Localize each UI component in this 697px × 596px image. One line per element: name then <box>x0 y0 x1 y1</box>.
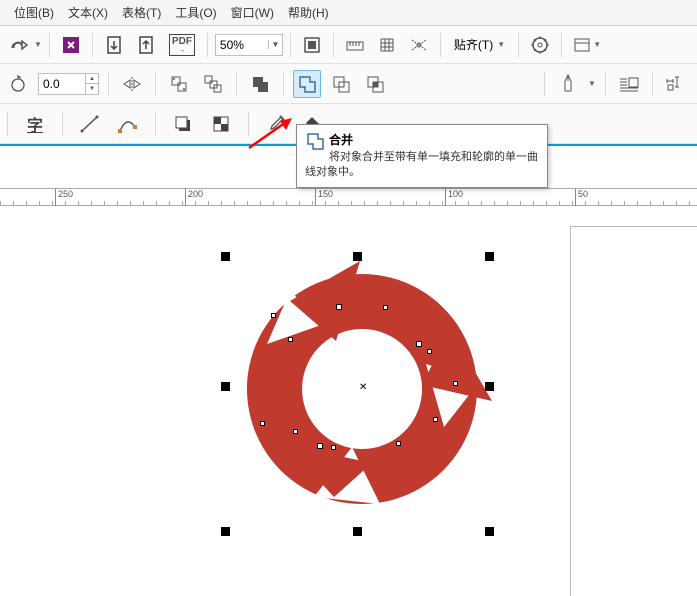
shape-node[interactable] <box>293 429 298 434</box>
wrap-text-icon[interactable] <box>615 70 643 98</box>
selection-center-icon[interactable]: ✕ <box>359 384 367 392</box>
property-toolbar: ▲▼ ▼ <box>0 64 697 104</box>
tooltip-title: 合并 <box>305 131 539 148</box>
side-panel <box>570 226 697 596</box>
selection-handle[interactable] <box>485 382 494 391</box>
ungroup-all-icon[interactable] <box>199 70 227 98</box>
chevron-down-icon[interactable]: ▼ <box>588 79 596 88</box>
shape-node[interactable] <box>260 421 265 426</box>
menu-table[interactable]: 表格(T) <box>122 4 161 21</box>
line-tool-icon[interactable] <box>76 110 104 138</box>
ruler-icon[interactable] <box>341 31 369 59</box>
bezier-tool-icon[interactable] <box>114 110 142 138</box>
zoom-combo[interactable]: ▼ <box>215 34 283 56</box>
main-toolbar: ▼ PDF→ ▼ 贴齐(T) ▼ ▼ <box>0 26 697 64</box>
menubar: 位图(B) 文本(X) 表格(T) 工具(O) 窗口(W) 帮助(H) <box>0 0 697 26</box>
weld-tooltip: 合并 将对象合并至带有单一填充和轮廓的单一曲线对象中。 <box>296 124 548 188</box>
guides-icon[interactable] <box>405 31 433 59</box>
menu-window[interactable]: 窗口(W) <box>231 4 274 21</box>
export-icon[interactable] <box>132 31 160 59</box>
shape-node[interactable] <box>336 304 342 310</box>
image-collapse-icon[interactable] <box>57 31 85 59</box>
chevron-down-icon[interactable]: ▼ <box>268 40 282 49</box>
shape-node[interactable] <box>383 305 388 310</box>
shape-node[interactable] <box>433 417 438 422</box>
shape-node[interactable] <box>288 337 293 342</box>
selection-handle[interactable] <box>221 382 230 391</box>
dimensions-icon[interactable] <box>662 70 690 98</box>
menu-help[interactable]: 帮助(H) <box>288 4 329 21</box>
pdf-export-icon[interactable]: PDF→ <box>164 31 200 59</box>
ungroup-icon[interactable] <box>165 70 193 98</box>
combine-icon[interactable] <box>246 70 274 98</box>
shape-node[interactable] <box>331 445 336 450</box>
pen-outline-icon[interactable] <box>554 70 582 98</box>
canvas-area[interactable]: ✕ <box>0 206 697 595</box>
chevron-down-icon[interactable]: ▼ <box>34 40 42 49</box>
fullscreen-icon[interactable] <box>298 31 326 59</box>
redo-icon[interactable] <box>4 31 32 59</box>
weld-icon <box>305 131 325 151</box>
shape-node[interactable] <box>317 443 323 449</box>
shape-node[interactable] <box>453 381 458 386</box>
horizontal-ruler: 250200150100500 <box>0 188 697 206</box>
transparency-tool-icon[interactable] <box>207 110 235 138</box>
shape-node[interactable] <box>271 313 276 318</box>
rotation-spinner[interactable]: ▲▼ <box>85 74 98 94</box>
zoom-input[interactable] <box>216 38 268 52</box>
drawing-page: ✕ <box>0 206 697 595</box>
tooltip-body: 将对象合并至带有单一填充和轮廓的单一曲线对象中。 <box>305 150 539 181</box>
selection-handle[interactable] <box>353 527 362 536</box>
shape-node[interactable] <box>416 341 422 347</box>
intersect-icon[interactable] <box>361 70 389 98</box>
shape-node[interactable] <box>427 349 432 354</box>
trim-icon[interactable] <box>327 70 355 98</box>
selection-handle[interactable] <box>485 252 494 261</box>
selection-handle[interactable] <box>221 252 230 261</box>
shadow-tool-icon[interactable] <box>169 110 197 138</box>
weld-button[interactable] <box>293 70 321 98</box>
layout-dropdown-icon[interactable]: ▼ <box>569 31 605 59</box>
shape-node[interactable] <box>396 441 401 446</box>
menu-text[interactable]: 文本(X) <box>68 4 108 21</box>
chevron-down-icon: ▼ <box>497 40 505 49</box>
grid-icon[interactable] <box>373 31 401 59</box>
snap-dropdown[interactable]: 贴齐(T) ▼ <box>448 33 511 57</box>
selection-handle[interactable] <box>485 527 494 536</box>
mirror-horizontal-icon[interactable] <box>118 70 146 98</box>
selection-handle[interactable] <box>353 252 362 261</box>
options-icon[interactable] <box>526 31 554 59</box>
eyedropper-icon[interactable] <box>262 110 290 138</box>
text-shape-icon[interactable]: 字 <box>21 110 49 138</box>
selection-handle[interactable] <box>221 527 230 536</box>
snap-label: 贴齐(T) <box>454 36 493 53</box>
import-icon[interactable] <box>100 31 128 59</box>
rotation-input[interactable] <box>39 77 85 91</box>
menu-bitmap[interactable]: 位图(B) <box>14 4 54 21</box>
rotate-icon[interactable] <box>4 70 32 98</box>
rotation-input-box[interactable]: ▲▼ <box>38 73 99 95</box>
menu-tools[interactable]: 工具(O) <box>175 4 216 21</box>
